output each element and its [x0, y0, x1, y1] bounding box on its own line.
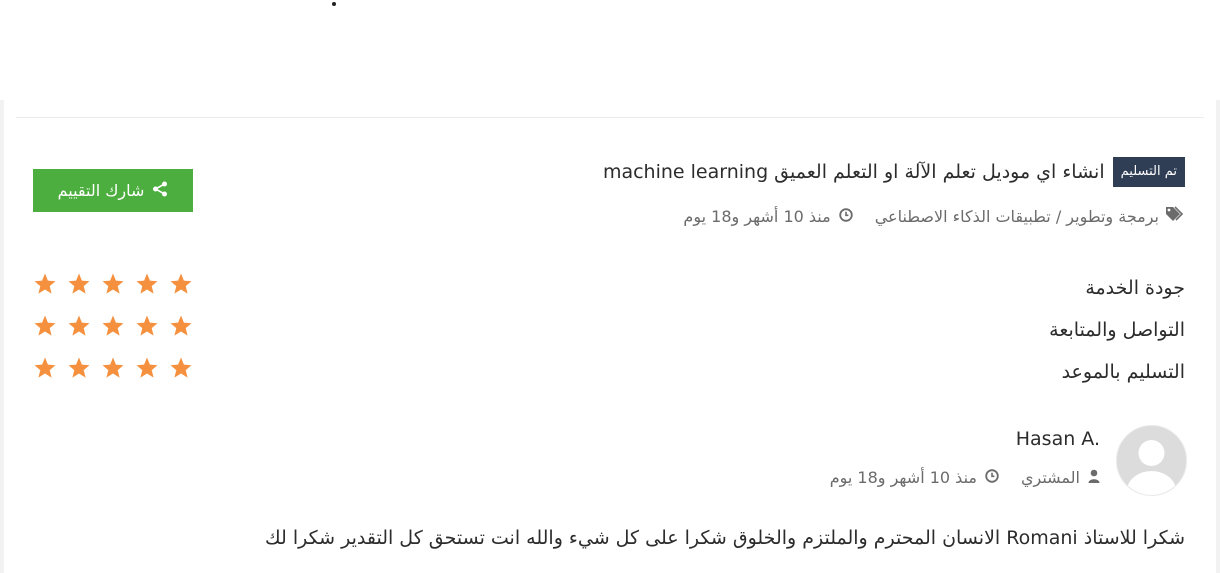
- rating-stars-service-quality: [33, 272, 193, 296]
- rating-label-service-quality: جودة الخدمة: [1085, 277, 1185, 299]
- project-category-link[interactable]: برمجة وتطوير / تطبيقات الذكاء الاصطناعي: [875, 207, 1159, 226]
- clock-icon: [985, 468, 999, 487]
- share-rating-button[interactable]: شارك التقييم: [33, 169, 193, 212]
- status-badge: تم التسليم: [1112, 157, 1185, 187]
- star-icon: [102, 273, 124, 294]
- reviewer-time: منذ 10 أشهر و18 يوم: [830, 468, 999, 487]
- review-comment: شكرا للاستاذ Romani الانسان المحترم والم…: [265, 527, 1185, 549]
- top-divider: [16, 117, 1204, 118]
- rating-stars-communication: [33, 314, 193, 338]
- rating-label-on-time-delivery: التسليم بالموعد: [1061, 361, 1185, 383]
- star-icon: [170, 357, 192, 378]
- reviewer-name-link[interactable]: Hasan A.: [1016, 428, 1100, 450]
- star-icon: [136, 357, 158, 378]
- star-icon: [102, 357, 124, 378]
- card-edge-left: [0, 100, 4, 573]
- star-icon: [68, 315, 90, 336]
- reviewer-role: المشتري: [1020, 467, 1080, 487]
- project-time-text: منذ 10 أشهر و18 يوم: [683, 206, 831, 226]
- rating-stars-on-time-delivery: [33, 356, 193, 380]
- reviewer-meta: المشتري منذ 10 أشهر و18 يوم: [830, 464, 1100, 490]
- project-title-row: تم التسليم انشاء اي موديل تعلم الآلة او …: [603, 156, 1185, 188]
- card-edge-right: [1216, 100, 1220, 573]
- star-icon: [34, 273, 56, 294]
- stray-dot: [332, 2, 336, 6]
- share-button-label: شارك التقييم: [57, 181, 145, 200]
- reviewer-avatar[interactable]: [1116, 425, 1187, 496]
- reviewer-time-text: منذ 10 أشهر و18 يوم: [829, 467, 977, 487]
- star-icon: [136, 315, 158, 336]
- clock-icon: [839, 207, 853, 226]
- tags-icon: [1165, 206, 1185, 226]
- star-icon: [136, 273, 158, 294]
- star-icon: [34, 357, 56, 378]
- user-icon: [1088, 468, 1100, 487]
- star-icon: [68, 357, 90, 378]
- star-icon: [170, 273, 192, 294]
- project-meta: برمجة وتطوير / تطبيقات الذكاء الاصطناعي …: [683, 204, 1185, 228]
- star-icon: [34, 315, 56, 336]
- project-time: منذ 10 أشهر و18 يوم: [683, 206, 853, 226]
- star-icon: [68, 273, 90, 294]
- rating-label-communication: التواصل والمتابعة: [1049, 319, 1185, 341]
- star-icon: [102, 315, 124, 336]
- project-title-link[interactable]: انشاء اي موديل تعلم الآلة او التعلم العم…: [603, 161, 1105, 183]
- share-icon: [152, 181, 168, 201]
- star-icon: [170, 315, 192, 336]
- default-avatar-icon: [1117, 426, 1186, 495]
